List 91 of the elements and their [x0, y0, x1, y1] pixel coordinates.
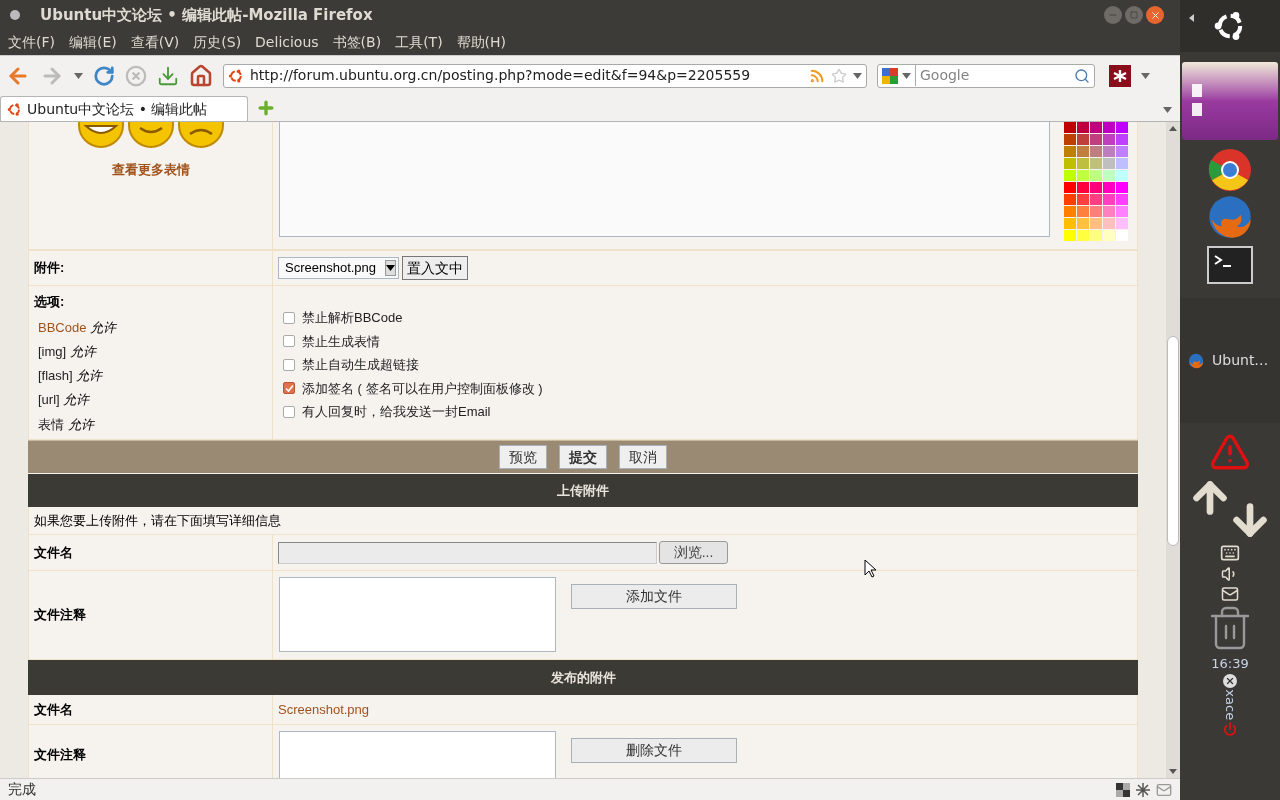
checkbox-label: 添加签名 ( 签名可以在用户控制面板修改 )	[302, 379, 543, 398]
checkbox-label: 禁止解析BBCode	[302, 309, 403, 327]
site-icon	[7, 101, 22, 117]
close-button[interactable]	[1146, 6, 1164, 24]
permission-text: 表情 允许	[37, 415, 96, 434]
status-text: 完成	[8, 780, 37, 799]
file-link[interactable]: Screenshot.png	[278, 699, 370, 720]
applet-icon[interactable]	[1223, 673, 1237, 688]
caret-icon	[902, 72, 911, 79]
globe-icon	[1207, 194, 1253, 240]
power-icon[interactable]	[1223, 721, 1237, 736]
maximize-icon	[1130, 11, 1138, 19]
checkbox[interactable]	[283, 311, 295, 324]
menu-item[interactable]: 历史(S)	[193, 32, 242, 53]
search-icon[interactable]	[1074, 67, 1090, 84]
terminal-icon[interactable]	[1207, 246, 1253, 284]
checkbox[interactable]	[283, 358, 295, 371]
checkbox[interactable]	[283, 382, 295, 395]
mail-icon[interactable]	[1221, 585, 1239, 603]
address-bar[interactable]: http://forum.ubuntu.org.cn/posting.php?mode=edit&f=94&p=2205559	[223, 63, 867, 88]
checkbox-label: 禁止自动生成超链接	[302, 356, 419, 374]
upload-hint: 如果您要上传附件，请在下面填写详细信息	[34, 511, 281, 530]
checkbox[interactable]	[283, 405, 295, 418]
search-engine-icon[interactable]	[882, 67, 898, 84]
chrome-icon[interactable]	[1208, 148, 1252, 192]
home-icon[interactable]	[189, 63, 213, 88]
search-box[interactable]: Google	[877, 63, 1095, 88]
form-button[interactable]: 取消	[619, 445, 667, 469]
menu-item[interactable]: 书签(B)	[332, 32, 382, 53]
permission-text: [flash] 允许	[37, 367, 104, 386]
globe-icon	[1188, 352, 1204, 369]
field-label: 文件注释	[34, 745, 86, 764]
insert-button[interactable]: 置入文中	[402, 256, 468, 280]
section-header: 上传附件	[28, 473, 1138, 507]
rss-icon[interactable]	[809, 67, 825, 84]
minimize-button[interactable]	[1104, 6, 1122, 24]
menu-item[interactable]: Delicious	[255, 32, 319, 53]
attachment-label: 附件:	[34, 259, 65, 278]
menu-item[interactable]: 文件(F)	[8, 32, 55, 53]
caret-icon	[1163, 107, 1172, 113]
menu-item[interactable]: 编辑(E)	[69, 32, 117, 53]
menu-item[interactable]: 工具(T)	[395, 32, 443, 53]
options-label: 选项:	[34, 293, 66, 311]
permission-text: [url] 允许	[37, 391, 91, 410]
attachment-select[interactable]: Screenshot.png	[278, 257, 399, 279]
browse-button[interactable]: 浏览...	[659, 541, 728, 564]
permission-text: [img] 允许	[37, 342, 98, 361]
mouse-cursor-icon	[864, 559, 876, 578]
permission-text: BBCode 允许	[37, 318, 118, 337]
browser-tab[interactable]: Ubuntu中文论坛 • 编辑此帖	[0, 96, 248, 121]
collapse-icon[interactable]	[1189, 14, 1194, 22]
menu-item[interactable]: 帮助(H)	[456, 32, 507, 53]
keyboard-icon[interactable]	[1220, 543, 1240, 563]
delete-file-button[interactable]: 删除文件	[571, 738, 737, 763]
checkbox-label: 有人回复时，给我发送一封Email	[302, 403, 491, 421]
window-title: Ubuntu中文论坛 • 编辑此帖-Mozilla Firefox	[40, 4, 374, 26]
caret-icon	[1141, 72, 1150, 79]
search-field[interactable]: Google	[915, 65, 1070, 86]
scrollbar[interactable]	[1166, 122, 1180, 778]
more-smilies-link[interactable]: 查看更多表情	[111, 160, 190, 180]
new-tab-icon[interactable]	[256, 98, 276, 118]
window-item[interactable]: Ubunt…	[1180, 298, 1280, 423]
checkbox-label: 禁止生成表情	[302, 332, 380, 351]
form-button[interactable]: 提交	[559, 445, 607, 469]
site-icon	[228, 67, 244, 84]
caret-icon	[386, 265, 395, 271]
url-text: http://forum.ubuntu.org.cn/posting.php?mode=edit&f=94&p=2205559	[250, 66, 752, 85]
caret-icon	[853, 72, 862, 79]
field-label: 文件名	[34, 700, 73, 719]
menu-item[interactable]: 查看(V)	[130, 32, 180, 53]
window-menu-icon[interactable]	[10, 10, 20, 20]
color-palette[interactable]	[1064, 122, 1128, 244]
snowflake-icon	[1136, 782, 1150, 797]
mail-icon	[1156, 781, 1172, 798]
add-file-button[interactable]: 添加文件	[571, 584, 737, 609]
file-path-field[interactable]	[278, 541, 657, 564]
star-icon[interactable]	[831, 67, 847, 84]
extension-icon[interactable]	[1109, 64, 1131, 87]
close-icon	[1149, 9, 1161, 21]
checkbox[interactable]	[283, 335, 295, 348]
section-header: 发布的附件	[28, 660, 1138, 695]
download-icon[interactable]	[157, 64, 179, 87]
applet-label[interactable]: xace	[1220, 689, 1240, 720]
field-label: 文件名	[34, 543, 73, 562]
field-label: 文件注释	[34, 606, 86, 625]
clock-text[interactable]: 16:39	[1211, 654, 1249, 674]
workspace-switcher[interactable]	[1182, 62, 1278, 140]
grid-icon	[1116, 782, 1130, 797]
caret-icon	[74, 72, 83, 79]
reload-icon[interactable]	[93, 64, 115, 87]
form-button[interactable]: 预览	[499, 445, 547, 469]
